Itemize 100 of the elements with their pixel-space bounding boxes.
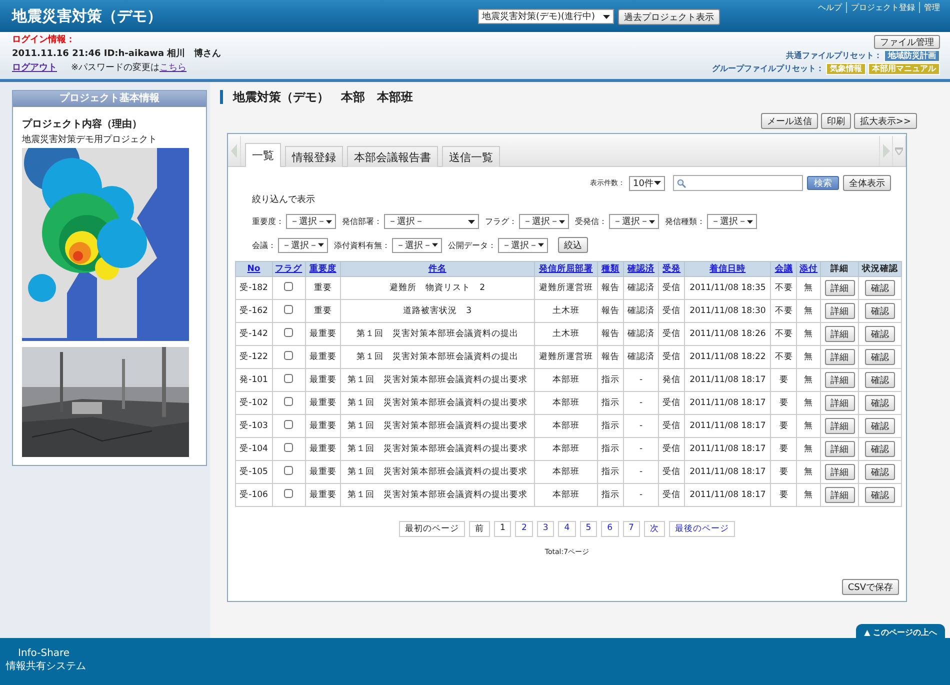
filter-select[interactable]: －選択－	[519, 214, 569, 229]
pager-link[interactable]: 6	[601, 521, 619, 537]
filter-label: 添付資料有無：	[334, 240, 390, 250]
logout-link[interactable]: ログアウト	[12, 63, 57, 74]
table-cell: 受-162	[236, 300, 272, 322]
tab[interactable]: 送信一覧	[442, 146, 500, 167]
filter-select[interactable]: －選択－	[286, 214, 336, 229]
back-to-top-link[interactable]: ▲ このページの上へ	[856, 624, 945, 641]
column-header: 状況確認	[862, 264, 898, 274]
tab[interactable]: 一覧	[245, 143, 281, 167]
detail-button[interactable]: 詳細	[824, 487, 855, 503]
detail-button[interactable]: 詳細	[824, 280, 855, 296]
action-button[interactable]: 拡大表示>>	[854, 113, 917, 129]
caret-icon	[468, 220, 475, 224]
filter-select[interactable]: －選択－	[278, 238, 328, 252]
confirm-button[interactable]: 確認	[865, 418, 896, 434]
confirm-button[interactable]: 確認	[865, 372, 896, 388]
detail-button[interactable]: 詳細	[824, 372, 855, 388]
caret-icon	[559, 220, 565, 224]
filter-select[interactable]: －選択－	[498, 238, 548, 252]
table-cell: 要	[770, 438, 797, 460]
table-cell: 受-106	[236, 484, 272, 506]
confirm-button[interactable]: 確認	[865, 303, 896, 319]
table-cell: 確認済	[623, 346, 659, 368]
table-cell: 2011/11/08 18:35	[684, 276, 771, 300]
caret-icon	[432, 243, 438, 247]
pager-link[interactable]: 5	[580, 521, 598, 537]
password-link[interactable]: こちら	[160, 63, 187, 73]
csv-save-button[interactable]: CSVで保存	[842, 579, 899, 595]
count-select[interactable]: 10件	[629, 176, 665, 190]
table-cell: 本部班	[534, 392, 598, 414]
flag-checkbox[interactable]	[284, 420, 294, 429]
confirm-button[interactable]: 確認	[865, 349, 896, 365]
pager-link[interactable]: 次	[644, 521, 665, 537]
confirm-button[interactable]: 確認	[865, 441, 896, 457]
caret-icon	[326, 220, 332, 224]
detail-button[interactable]: 詳細	[824, 441, 855, 457]
table-cell: 2011/11/08 18:17	[684, 414, 771, 438]
pager-link[interactable]: 4	[558, 521, 576, 537]
confirm-button[interactable]: 確認	[865, 464, 896, 480]
filter-select[interactable]: －選択－	[384, 214, 479, 229]
filter-select[interactable]: －選択－	[392, 238, 442, 252]
tab[interactable]: 情報登録	[285, 146, 343, 167]
table-cell: 第１回 災害対策本部班会議資料の提出	[340, 322, 534, 346]
header-link[interactable]: ヘルプ	[814, 2, 846, 13]
filter-button[interactable]: 絞込	[558, 237, 588, 253]
past-projects-button[interactable]: 過去プロジェクト表示	[618, 9, 720, 25]
detail-button[interactable]: 詳細	[824, 326, 855, 342]
flag-checkbox[interactable]	[284, 443, 294, 452]
table-cell: 報告	[598, 322, 624, 346]
detail-button[interactable]: 詳細	[824, 418, 855, 434]
project-select[interactable]: 地震災害対策(デモ)(進行中)	[478, 9, 614, 24]
flag-checkbox[interactable]	[284, 351, 294, 360]
detail-button[interactable]: 詳細	[824, 303, 855, 319]
table-cell: 第１回 災害対策本部班会議資料の提出	[340, 346, 534, 368]
action-button[interactable]: メール送信	[760, 113, 818, 129]
flag-checkbox[interactable]	[284, 397, 294, 406]
pager-link[interactable]: 7	[622, 521, 640, 537]
column-header-link[interactable]: 件名	[428, 264, 446, 274]
table-cell: 重要	[305, 276, 340, 300]
detail-button[interactable]: 詳細	[824, 349, 855, 365]
pager-link[interactable]: 最後のページ	[668, 521, 735, 537]
project-heading: プロジェクト内容（理由）	[22, 117, 143, 131]
filter-select[interactable]: －選択－	[707, 214, 757, 229]
table-cell: 重要	[305, 300, 340, 322]
table-cell: 受信	[658, 276, 685, 300]
confirm-button[interactable]: 確認	[865, 395, 896, 411]
action-button[interactable]: 印刷	[820, 113, 851, 129]
preset-tag[interactable]: 地域防災計画	[884, 50, 940, 62]
flag-checkbox[interactable]	[284, 489, 294, 498]
table-cell: 第１回 災害対策本部班会議資料の提出要求	[340, 392, 534, 414]
pager-link[interactable]: 2	[515, 521, 533, 537]
pager-link[interactable]: 1	[494, 521, 512, 537]
filter-select[interactable]: －選択－	[609, 214, 659, 229]
table-cell: 最重要	[305, 414, 340, 438]
table-cell: 受信	[658, 346, 685, 368]
table-cell: 受-102	[236, 392, 272, 414]
flag-checkbox[interactable]	[284, 328, 294, 337]
flag-checkbox[interactable]	[284, 466, 294, 475]
table-cell: 第１回 災害対策本部班会議資料の提出要求	[340, 484, 534, 506]
file-manage-button[interactable]: ファイル管理	[874, 35, 940, 49]
header-link[interactable]: プロジェクト登録	[846, 2, 919, 13]
table-cell: 無	[796, 438, 821, 460]
detail-button[interactable]: 詳細	[824, 464, 855, 480]
detail-button[interactable]: 詳細	[824, 395, 855, 411]
confirm-button[interactable]: 確認	[865, 326, 896, 342]
search-field[interactable]	[673, 175, 803, 191]
tab[interactable]: 本部会議報告書	[347, 146, 438, 167]
table-cell: 指示	[598, 392, 624, 414]
flag-checkbox[interactable]	[284, 305, 294, 314]
flag-checkbox[interactable]	[284, 374, 294, 383]
show-all-button[interactable]: 全体表示	[843, 175, 891, 191]
flag-checkbox[interactable]	[284, 282, 294, 291]
table-cell: 最重要	[305, 438, 340, 460]
table-cell: 報告	[598, 346, 624, 368]
confirm-button[interactable]: 確認	[865, 280, 896, 296]
confirm-button[interactable]: 確認	[865, 487, 896, 503]
pager-link[interactable]: 3	[536, 521, 554, 537]
table-cell: 発-101	[236, 368, 272, 392]
header-link[interactable]: 管理	[919, 2, 944, 13]
